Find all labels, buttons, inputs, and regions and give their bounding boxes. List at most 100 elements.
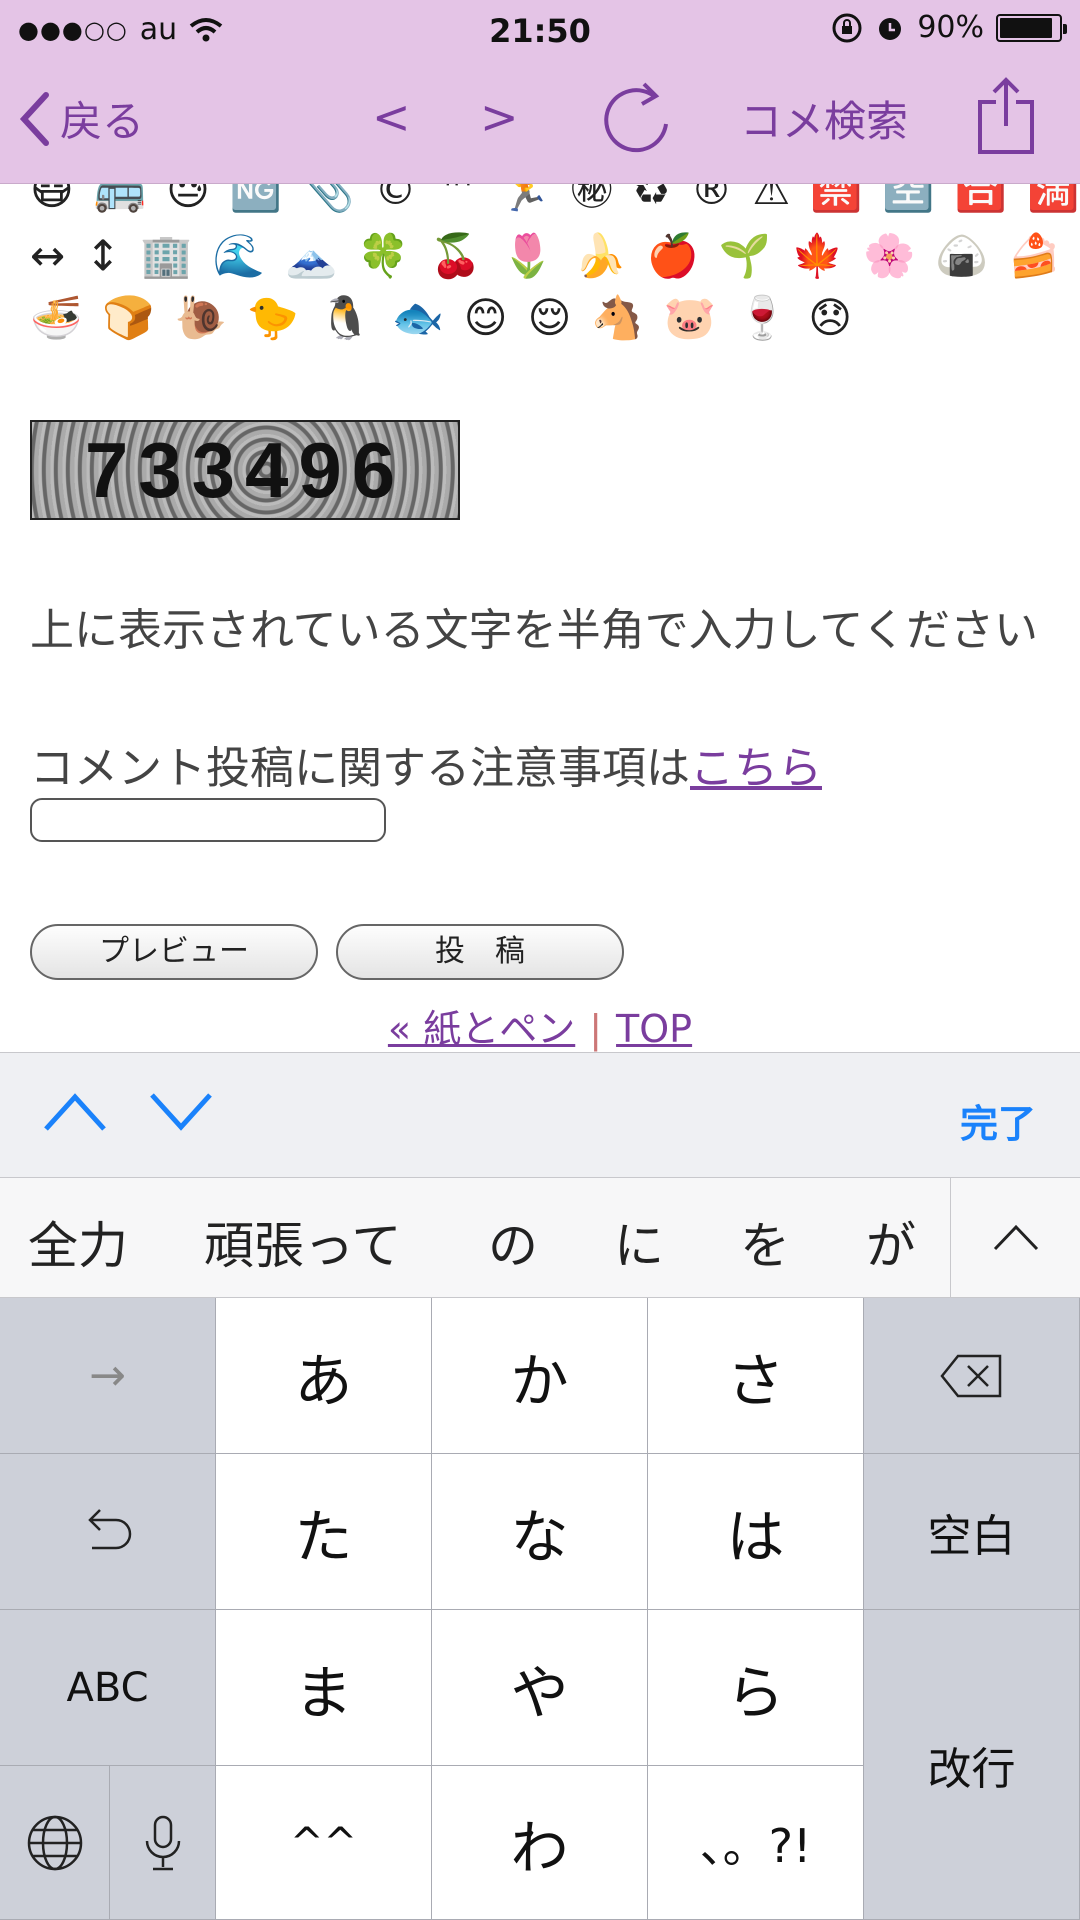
emoji-item[interactable]: 🆖 xyxy=(230,184,282,212)
emoji-item[interactable]: 🍷 xyxy=(736,296,788,340)
keyboard-accessory-bar: 完了 xyxy=(0,1052,1080,1178)
emoji-item[interactable]: 😷 xyxy=(30,184,74,212)
emoji-item[interactable]: ⚠ xyxy=(752,184,790,212)
emoji-item[interactable]: 🗻 xyxy=(285,234,337,278)
captcha-input[interactable] xyxy=(30,798,386,842)
emoji-item[interactable]: 🚌 xyxy=(94,184,146,212)
kana-key[interactable]: や xyxy=(432,1610,648,1766)
candidate-item[interactable]: を xyxy=(740,1206,790,1278)
alarm-icon xyxy=(879,17,902,40)
candidate-item[interactable]: 頑張って xyxy=(204,1206,402,1278)
emoji-item[interactable]: 🈴 xyxy=(955,184,1007,212)
candidate-item[interactable]: 全力 xyxy=(28,1206,128,1278)
battery-icon xyxy=(996,13,1067,42)
next-candidate-key[interactable]: → xyxy=(0,1298,216,1454)
enter-key[interactable]: 改行 xyxy=(864,1610,1080,1920)
notice-link[interactable]: こちら xyxy=(690,743,822,794)
emoji-item[interactable]: 🍰 xyxy=(1008,234,1060,278)
kana-key[interactable]: さ xyxy=(648,1298,864,1454)
emoji-item[interactable]: 🐤 xyxy=(247,296,299,340)
footer-links: « 紙とペン | TOP xyxy=(0,998,1080,1053)
reload-icon xyxy=(604,82,668,153)
emoji-item[interactable]: 🈲 xyxy=(810,184,862,212)
back-button[interactable]: 戻る xyxy=(18,88,144,149)
emoji-item[interactable]: 🍎 xyxy=(646,234,698,278)
post-button[interactable]: 投稿 xyxy=(336,924,624,980)
emoji-item[interactable]: 🍁 xyxy=(791,234,843,278)
expand-candidates-button[interactable] xyxy=(950,1178,1080,1298)
emoji-item[interactable]: ® xyxy=(690,184,732,212)
globe-key[interactable] xyxy=(0,1766,110,1920)
kana-key[interactable]: ま xyxy=(216,1610,432,1766)
chevron-up-icon xyxy=(993,1224,1038,1251)
emoji-item[interactable]: 🈵 xyxy=(1027,184,1079,212)
preview-button[interactable]: プレビュー xyxy=(30,924,318,980)
emoji-item[interactable]: 🍀 xyxy=(357,234,409,278)
top-bar: ●●●○○ au 21:50 90% 戻る < > コメ検索 xyxy=(0,0,1080,184)
chevron-up-icon xyxy=(44,1093,106,1131)
done-button[interactable]: 完了 xyxy=(960,1093,1036,1148)
reload-button[interactable] xyxy=(600,80,672,158)
emoji-item[interactable]: 🌷 xyxy=(502,234,554,278)
emoji-item[interactable]: 🌸 xyxy=(863,234,915,278)
notice-text: コメント投稿に関する注意事項は xyxy=(30,743,690,794)
abc-key[interactable]: ABC xyxy=(0,1610,216,1766)
emoji-palette-row-1: 😷 🚌 😓 🆖 📎 © ™ 🏃 ㊙ ♻ ® ⚠ 🈲 🈳 🈴 🈵 xyxy=(30,184,1079,212)
emoji-item[interactable]: ™ xyxy=(436,184,478,212)
emoji-item[interactable]: 🐷 xyxy=(664,296,716,340)
emoji-item[interactable]: 🏢 xyxy=(140,234,192,278)
candidate-item[interactable]: が xyxy=(866,1206,916,1278)
share-button[interactable] xyxy=(976,76,1036,156)
kana-key[interactable]: か xyxy=(432,1298,648,1454)
emoji-item[interactable]: 🏃 xyxy=(498,184,550,212)
emoji-item[interactable]: 🌱 xyxy=(719,234,771,278)
emoji-item[interactable]: 🈳 xyxy=(882,184,934,212)
emoji-item[interactable]: 🍌 xyxy=(574,234,626,278)
kana-key[interactable]: ら xyxy=(648,1610,864,1766)
emoji-item[interactable]: 🍒 xyxy=(430,234,482,278)
back-label: 戻る xyxy=(60,97,145,146)
prev-article-link[interactable]: « 紙とペン xyxy=(388,1007,575,1051)
emoji-item[interactable]: 😊 xyxy=(464,296,508,340)
emoticon-key[interactable]: ^^ xyxy=(216,1766,432,1920)
emoji-item[interactable]: ㊙ xyxy=(571,184,613,212)
emoji-item[interactable]: 🐧 xyxy=(319,296,371,340)
next-field-button[interactable] xyxy=(146,1087,216,1141)
top-link[interactable]: TOP xyxy=(616,1007,692,1051)
microphone-icon xyxy=(145,1815,180,1870)
emoji-item[interactable]: 🍞 xyxy=(102,296,154,340)
emoji-item[interactable]: 🍜 xyxy=(30,296,82,340)
kana-key[interactable]: な xyxy=(432,1454,648,1610)
candidate-item[interactable]: の xyxy=(488,1206,538,1278)
emoji-item[interactable]: 😌 xyxy=(528,296,572,340)
kana-key[interactable]: た xyxy=(216,1454,432,1610)
microphone-key[interactable] xyxy=(110,1766,216,1920)
prev-page-button[interactable]: < xyxy=(372,90,411,144)
emoji-item[interactable]: ↔ xyxy=(30,234,65,278)
emoji-item[interactable]: ↕ xyxy=(85,234,120,278)
candidate-item[interactable]: に xyxy=(614,1206,664,1278)
emoji-item[interactable]: ♻ xyxy=(633,184,671,212)
emoji-item[interactable]: 🐟 xyxy=(391,296,443,340)
prev-label: < xyxy=(372,90,411,144)
punctuation-key[interactable]: 、。?! xyxy=(648,1766,864,1920)
emoji-item[interactable]: 🍙 xyxy=(936,234,988,278)
emoji-item[interactable]: 🐴 xyxy=(591,296,643,340)
emoji-item[interactable]: 😞 xyxy=(808,296,852,340)
kana-key[interactable]: は xyxy=(648,1454,864,1610)
page-content: 😷🚌😓🆖📎©™🏃㊙♻®⚠🈲🈳🈴🈵 ↔↕🏢🌊🗻🍀🍒🌷🍌🍎🌱🍁🌸🍙🍰🍶 🍜🍞🐌🐤🐧🐟… xyxy=(0,184,1080,1054)
kana-key[interactable]: あ xyxy=(216,1298,432,1454)
emoji-item[interactable]: 😓 xyxy=(166,184,210,212)
delete-key[interactable] xyxy=(864,1298,1080,1454)
next-page-button[interactable]: > xyxy=(480,90,519,144)
comment-search-button[interactable]: コメ検索 xyxy=(740,88,908,149)
space-key[interactable]: 空白 xyxy=(864,1454,1080,1610)
undo-key[interactable] xyxy=(0,1454,216,1610)
kana-key[interactable]: わ xyxy=(432,1766,648,1920)
emoji-item[interactable]: 🐌 xyxy=(175,296,227,340)
emoji-item[interactable]: 🌊 xyxy=(213,234,265,278)
rotation-lock-icon xyxy=(832,13,862,42)
previous-field-button[interactable] xyxy=(40,1087,110,1141)
emoji-item[interactable]: 📎 xyxy=(302,184,354,212)
emoji-item[interactable]: © xyxy=(374,184,416,212)
